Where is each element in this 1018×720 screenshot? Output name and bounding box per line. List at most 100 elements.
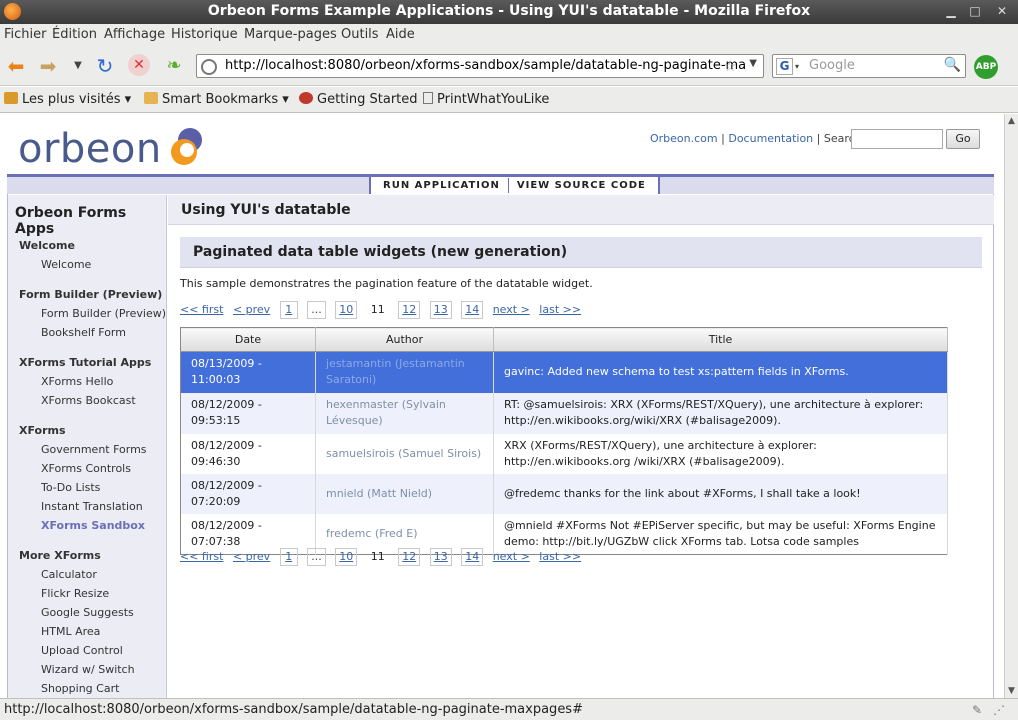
pager-current-page: 11 xyxy=(370,550,385,563)
pager-page-link[interactable]: 14 xyxy=(461,548,484,566)
sidebar-item-shopping-cart[interactable]: Shopping Cart xyxy=(41,682,119,695)
status-bar: http://localhost:8080/orbeon/xforms-sand… xyxy=(0,698,1018,720)
search-bar[interactable]: G ▾ Google 🔍 xyxy=(772,54,966,78)
sidebar-item-upload-control[interactable]: Upload Control xyxy=(41,644,123,657)
sidebar-item-bookshelf-form[interactable]: Bookshelf Form xyxy=(41,326,126,339)
orbeon-com-link[interactable]: Orbeon.com xyxy=(650,132,718,145)
menu-fichier[interactable]: Fichier xyxy=(4,27,47,42)
pager-next-link[interactable]: next > xyxy=(493,550,530,563)
window-title: Orbeon Forms Example Applications - Usin… xyxy=(207,3,811,19)
search-input[interactable]: Google xyxy=(809,58,855,73)
documentation-link[interactable]: Documentation xyxy=(728,132,813,145)
sidebar-item-google-suggests[interactable]: Google Suggests xyxy=(41,606,134,619)
sidebar-item-todo-lists[interactable]: To-Do Lists xyxy=(41,481,100,494)
reload-icon[interactable]: ↻ xyxy=(93,54,117,78)
history-dropdown-icon[interactable]: ▼ xyxy=(66,54,90,78)
pager-prev-link[interactable]: < prev xyxy=(233,303,270,316)
bookmark-smart-bookmarks[interactable]: Smart Bookmarks ▾ xyxy=(144,92,289,107)
table-row[interactable]: 08/12/2009 - 07:20:09 mnield (Matt Nield… xyxy=(180,473,948,514)
sidebar-item-flickr-resize[interactable]: Flickr Resize xyxy=(41,587,109,600)
pager-page-link[interactable]: 13 xyxy=(429,301,452,319)
pager-page-link[interactable]: 10 xyxy=(335,548,358,566)
pager-first-link[interactable]: << first xyxy=(180,303,223,316)
pager-page-link[interactable]: 12 xyxy=(398,301,421,319)
minimize-icon[interactable]: ▁ xyxy=(942,3,960,19)
address-input[interactable]: http://localhost:8080/orbeon/xforms-sand… xyxy=(225,58,746,73)
column-header-title[interactable]: Title xyxy=(493,327,948,352)
orbeon-logo-icon xyxy=(171,128,202,165)
engine-dropdown-icon[interactable]: ▾ xyxy=(795,62,799,71)
pager-last-link[interactable]: last >> xyxy=(539,550,581,563)
search-icon[interactable]: 🔍 xyxy=(944,57,961,73)
sidebar-item-xforms-hello[interactable]: XForms Hello xyxy=(41,375,113,388)
url-dropdown-icon[interactable]: ▼ xyxy=(749,58,757,69)
bookmark-getting-started[interactable]: Getting Started xyxy=(299,92,418,107)
sidebar-item-form-builder[interactable]: Form Builder (Preview) xyxy=(41,307,166,320)
menu-bar: Fichier Édition Affichage Historique Mar… xyxy=(0,24,1018,46)
menu-outils[interactable]: Outils xyxy=(341,27,379,42)
sidebar-section-xforms: XForms xyxy=(19,424,66,437)
tab-view-source-code[interactable]: VIEW SOURCE CODE xyxy=(507,178,654,193)
status-addon-icon[interactable]: ✎ xyxy=(972,703,986,717)
table-row[interactable]: 08/12/2009 - 09:53:15 hexenmaster (Sylva… xyxy=(180,392,948,434)
site-identity-icon[interactable] xyxy=(201,59,217,75)
cell-date: 08/13/2009 - 11:00:03 xyxy=(180,351,316,393)
scroll-down-icon[interactable]: ▼ xyxy=(1008,686,1015,696)
menu-aide[interactable]: Aide xyxy=(386,27,415,42)
menu-marque-pages[interactable]: Marque-pages xyxy=(244,27,337,42)
go-button[interactable]: Go xyxy=(946,129,980,149)
pager-last-link[interactable]: last >> xyxy=(539,303,581,316)
adblock-plus-icon[interactable]: ABP xyxy=(974,55,998,79)
pager-page-link[interactable]: 10 xyxy=(335,301,358,319)
menu-historique[interactable]: Historique xyxy=(171,27,238,42)
page-title: Using YUI's datatable xyxy=(181,202,351,218)
navigation-toolbar: ⬅ ➡ ▼ ↻ ✕ ❧ http://localhost:8080/orbeon… xyxy=(0,46,1018,86)
pager-first-link[interactable]: << first xyxy=(180,550,223,563)
sidebar-item-welcome[interactable]: Welcome xyxy=(41,258,91,271)
column-header-date[interactable]: Date xyxy=(180,327,316,352)
site-search-input[interactable] xyxy=(851,129,943,149)
scroll-up-icon[interactable]: ▲ xyxy=(1008,116,1015,126)
pager-page-link[interactable]: 1 xyxy=(279,548,298,566)
pager-page-link[interactable]: 13 xyxy=(429,548,452,566)
bookmark-most-visited[interactable]: Les plus visités ▾ xyxy=(4,92,131,107)
pager-prev-link[interactable]: < prev xyxy=(233,550,270,563)
back-icon[interactable]: ⬅ xyxy=(4,54,28,78)
table-row[interactable]: 08/12/2009 - 09:46:30 samuelsirois (Samu… xyxy=(180,433,948,474)
status-resize-icon[interactable]: ⋰ xyxy=(993,703,1007,717)
menu-affichage[interactable]: Affichage xyxy=(104,27,165,42)
sidebar-item-government-forms[interactable]: Government Forms xyxy=(41,443,147,456)
section-header: Paginated data table widgets (new genera… xyxy=(180,237,982,268)
pager-page-link[interactable]: 1 xyxy=(279,301,298,319)
address-bar[interactable]: http://localhost:8080/orbeon/xforms-sand… xyxy=(196,54,764,78)
table-row[interactable]: 08/13/2009 - 11:00:03 jestamantin (Jesta… xyxy=(180,351,948,393)
orbeon-logo[interactable]: orbeon xyxy=(18,126,162,172)
close-window-icon[interactable]: ✕ xyxy=(993,3,1011,19)
maximize-icon[interactable]: □ xyxy=(966,3,984,19)
menu-edition[interactable]: Édition xyxy=(52,27,97,42)
sidebar-item-instant-translation[interactable]: Instant Translation xyxy=(41,500,143,513)
sidebar-item-calculator[interactable]: Calculator xyxy=(41,568,97,581)
bookmark-printwhatyoulike[interactable]: PrintWhatYouLike xyxy=(423,92,549,107)
addon-leaf-icon[interactable]: ❧ xyxy=(162,54,186,78)
forward-icon[interactable]: ➡ xyxy=(36,54,60,78)
stop-icon[interactable]: ✕ xyxy=(128,54,150,76)
sidebar-item-xforms-sandbox[interactable]: XForms Sandbox xyxy=(41,519,145,532)
sidebar-item-xforms-controls[interactable]: XForms Controls xyxy=(41,462,131,475)
page-icon xyxy=(423,92,433,104)
sidebar-item-html-area[interactable]: HTML Area xyxy=(41,625,100,638)
bookmark-star-icon[interactable]: ☆ xyxy=(724,57,737,75)
tab-run-application[interactable]: RUN APPLICATION xyxy=(375,178,508,193)
pager-next-link[interactable]: next > xyxy=(493,303,530,316)
search-engine-icon[interactable]: G xyxy=(776,58,793,75)
vertical-scrollbar[interactable]: ▲ ▼ xyxy=(1004,114,1018,698)
pager-page-link[interactable]: 14 xyxy=(461,301,484,319)
status-text: http://localhost:8080/orbeon/xforms-sand… xyxy=(4,702,583,717)
sidebar-item-xforms-bookcast[interactable]: XForms Bookcast xyxy=(41,394,136,407)
pager-current-page: 11 xyxy=(370,303,385,316)
sidebar-item-wizard-switch[interactable]: Wizard w/ Switch xyxy=(41,663,135,676)
table-header-row: Date Author Title xyxy=(180,327,948,352)
column-header-author[interactable]: Author xyxy=(315,327,494,352)
cell-author: samuelsirois (Samuel Sirois) xyxy=(315,433,494,474)
pager-page-link[interactable]: 12 xyxy=(398,548,421,566)
